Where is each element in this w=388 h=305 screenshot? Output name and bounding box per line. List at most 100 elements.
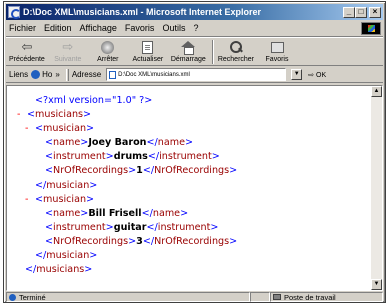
xml-root-close-line: </musicians> <box>25 264 93 276</box>
minimize-button[interactable]: _ <box>343 6 355 18</box>
page-icon <box>109 70 117 79</box>
xml-declaration: <?xml version="1.0" ?> <box>35 95 153 106</box>
refresh-icon <box>142 40 154 54</box>
link-page-icon <box>31 70 41 79</box>
xml-instrument-line: <instrument>guitar</instrument> <box>45 221 219 233</box>
home-label: Démarrage <box>170 56 206 63</box>
search-icon-wrap <box>229 39 242 55</box>
musician-name: Bill Frisell <box>88 207 142 219</box>
address-input[interactable]: D:\Doc XML\musicians.xml <box>106 68 287 81</box>
xml-item-open-line: - <musician> <box>17 193 237 207</box>
favorites-icon <box>270 41 284 53</box>
toolbar: ⇦ Précédente ⇨ Suivante Arrêter Actualis… <box>6 36 383 66</box>
menu-affichage[interactable]: Affichage <box>80 23 117 33</box>
refresh-button[interactable]: Actualiser <box>131 39 165 63</box>
toolbar-separator <box>211 40 214 64</box>
xml-tag: musician <box>46 250 90 262</box>
back-arrow-icon: ⇦ <box>21 39 33 54</box>
refresh-icon-wrap <box>142 39 154 55</box>
back-button[interactable]: ⇦ Précédente <box>9 39 45 63</box>
links-chevron[interactable]: » <box>55 70 59 79</box>
xml-recordings-line: <NrOfRecordings>3</NrOfRecordings> <box>45 235 238 247</box>
xml-tag: instrument <box>157 221 211 233</box>
home-icon <box>181 41 196 55</box>
xml-item-close-line: </musician> <box>35 250 98 262</box>
forward-label: Suivante <box>54 56 82 63</box>
status-bar: Terminé Poste de travail <box>6 292 383 302</box>
xml-item-tag: musician <box>43 193 87 205</box>
back-label: Précédente <box>9 56 45 63</box>
xml-tag: name <box>53 137 81 149</box>
links-item[interactable]: Ho <box>42 70 52 79</box>
xml-tag: musician <box>46 179 90 191</box>
collapse-toggle[interactable]: - <box>25 193 35 207</box>
xml-name-line: <name>Joey Baron</name> <box>45 137 194 149</box>
links-label[interactable]: Liens <box>9 70 28 79</box>
collapse-toggle[interactable]: - <box>17 108 27 122</box>
menu-fichier[interactable]: Fichier <box>9 23 36 33</box>
toolbar-grip[interactable] <box>65 68 69 81</box>
xml-root-open-line: - <musicians> <box>17 108 237 122</box>
go-label: OK <box>316 71 327 79</box>
stop-icon-wrap <box>101 39 115 55</box>
address-label: Adresse <box>71 70 102 79</box>
xml-tag: NrOfRecordings <box>154 165 230 177</box>
forward-button[interactable]: ⇨ Suivante <box>51 39 85 63</box>
stop-label: Arrêter <box>97 56 119 63</box>
computer-icon <box>273 294 281 300</box>
address-combo: D:\Doc XML\musicians.xml ▼ <box>104 68 304 81</box>
status-empty-pane <box>250 292 270 302</box>
xml-tag: name <box>53 207 81 219</box>
collapse-toggle[interactable]: - <box>25 122 35 136</box>
scroll-up-icon[interactable]: ▲ <box>371 86 382 97</box>
musician-name: Joey Baron <box>88 137 147 149</box>
menu-bar: Fichier Edition Affichage Favoris Outils… <box>6 21 383 35</box>
favorites-label: Favoris <box>265 56 289 63</box>
xml-tag: NrOfRecordings <box>53 165 129 177</box>
page-done-icon <box>9 293 16 301</box>
go-arrow-icon: ⇨ <box>308 71 315 79</box>
search-label: Rechercher <box>217 56 255 63</box>
xml-tag: name <box>152 207 181 219</box>
maximize-button[interactable]: □ <box>355 6 367 18</box>
xml-item-tag: musician <box>43 123 87 135</box>
status-main-pane: Terminé <box>6 292 250 302</box>
refresh-label: Actualiser <box>132 56 164 63</box>
musician-recordings: 1 <box>136 165 143 177</box>
address-dropdown-button[interactable]: ▼ <box>291 69 303 80</box>
home-button[interactable]: Démarrage <box>171 39 206 63</box>
xml-tag: instrument <box>159 151 212 163</box>
xml-tag: NrOfRecordings <box>154 235 230 247</box>
xml-recordings-line: <NrOfRecordings>1</NrOfRecordings> <box>45 165 238 177</box>
stop-icon <box>101 40 115 54</box>
scroll-down-icon[interactable]: ▼ <box>371 279 382 290</box>
status-text: Terminé <box>19 292 46 302</box>
home-icon-wrap <box>181 39 196 55</box>
stop-button[interactable]: Arrêter <box>91 39 125 63</box>
menu-edition[interactable]: Edition <box>44 23 72 33</box>
musician-instrument: guitar <box>113 221 147 233</box>
menu-favoris[interactable]: Favoris <box>125 23 155 33</box>
search-button[interactable]: Rechercher <box>218 39 254 63</box>
xml-name-line: <name>Bill Frisell</name> <box>45 207 189 219</box>
xml-tag: instrument <box>53 221 106 233</box>
vertical-scrollbar[interactable]: ▲ ▼ <box>371 86 382 290</box>
menu-outils[interactable]: Outils <box>162 23 185 33</box>
xml-item-open-line: - <musician> <box>17 122 237 136</box>
musician-recordings: 3 <box>136 235 143 247</box>
xml-tag: NrOfRecordings <box>53 235 129 247</box>
xml-declaration-line: <?xml version="1.0" ?> <box>17 94 237 108</box>
xml-tag: musicians <box>36 264 85 276</box>
close-button[interactable]: × <box>369 6 381 18</box>
security-zone: Poste de travail <box>284 292 336 302</box>
document-view: <?xml version="1.0" ?> - <musicians> - <mu… <box>6 85 383 291</box>
menu-help[interactable]: ? <box>193 23 198 33</box>
xml-root-tag: musicians <box>35 109 84 121</box>
go-button[interactable]: ⇨ OK <box>308 71 326 79</box>
xml-tag: name <box>157 137 186 149</box>
xml-instrument-line: <instrument>drums</instrument> <box>45 151 220 163</box>
favorites-icon-wrap <box>270 39 284 55</box>
favorites-button[interactable]: Favoris <box>260 39 294 63</box>
forward-arrow-icon: ⇨ <box>62 39 74 54</box>
title-bar[interactable]: D:\Doc XML\musicians.xml - Microsoft Int… <box>6 4 383 20</box>
